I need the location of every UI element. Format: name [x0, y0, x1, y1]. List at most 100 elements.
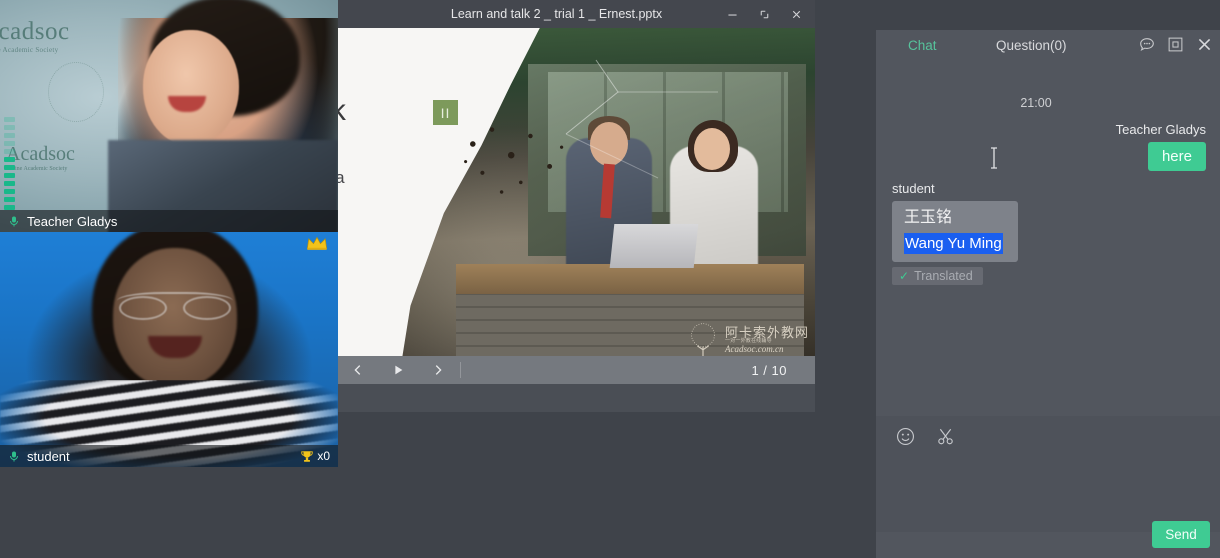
audio-level-meter — [4, 113, 15, 210]
chat-timestamp: 21:00 — [876, 96, 1220, 110]
audio-level-bar — [4, 157, 15, 162]
presentation-title: Learn and talk 2 _ trial 1 _ Ernest.pptx — [451, 7, 662, 21]
check-icon: ✓ — [899, 269, 909, 283]
minimize-icon — [726, 8, 739, 21]
brand-text-2: Acadsoc — [6, 143, 75, 165]
microphone-icon — [8, 214, 20, 229]
chat-toolbar — [876, 416, 1220, 456]
video-tile-student[interactable]: student x0 — [0, 232, 338, 467]
scissors-icon[interactable] — [934, 425, 956, 447]
tree-logo-icon — [686, 322, 720, 358]
speech-bubble-icon[interactable] — [1137, 35, 1156, 54]
message-sender: student — [892, 181, 1018, 196]
tab-question[interactable]: Question(0) — [996, 38, 1067, 53]
audio-level-bar — [4, 141, 15, 146]
slide-title-text: d Talk — [338, 94, 346, 128]
watermark-cn-sub: 一对一外教在线辅导 — [725, 339, 809, 344]
send-button[interactable]: Send — [1152, 521, 1210, 548]
translated-label: Translated — [914, 269, 973, 283]
text-cursor-icon — [988, 146, 1000, 170]
video-column: Acadsoc Online Academic Society Acadsoc … — [0, 0, 338, 467]
student-name-label: student — [27, 449, 70, 464]
page-indicator: 1 / 10 — [751, 363, 787, 378]
translated-badge: ✓ Translated — [892, 267, 983, 285]
teacher-name-bar: Teacher Gladys — [0, 210, 338, 232]
chat-message-incoming: student 王玉铭 Wang Yu Ming ✓ Translated — [892, 181, 1018, 285]
emoji-glyph — [895, 426, 916, 447]
slide-control-bar: 1 / 10 — [338, 356, 815, 384]
brand-subtext: Online Academic Society — [0, 46, 70, 54]
audio-level-bar — [4, 149, 15, 154]
presentation-title-bar[interactable]: Learn and talk 2 _ trial 1 _ Ernest.pptx — [338, 0, 815, 28]
emoji-icon[interactable] — [894, 425, 916, 447]
teacher-face — [143, 30, 239, 146]
photo-table — [456, 264, 804, 294]
brand-text: Acadsoc — [0, 18, 70, 45]
audio-level-bar — [4, 125, 15, 130]
trophy-count-label: x0 — [317, 449, 330, 463]
crown-icon — [306, 235, 328, 251]
tab-active-underline — [900, 60, 944, 62]
student-name-bar: student x0 — [0, 445, 338, 467]
close-icon — [790, 8, 803, 21]
window-controls — [717, 0, 811, 28]
slide-watermark-text: 阿卡索外教网 一对一外教在线辅导 Acadsoc.com.cn — [725, 326, 809, 354]
speech-bubble-glyph — [1138, 36, 1156, 54]
close-icon[interactable] — [1195, 35, 1214, 54]
chevron-right-icon — [431, 362, 445, 378]
trophy-icon — [300, 449, 314, 464]
chat-message-list[interactable]: 21:00 Teacher Gladys here student 王玉铭 Wa… — [876, 64, 1220, 416]
watermark-cn: 阿卡索外教网 — [725, 326, 809, 340]
slide-watermark: 阿卡索外教网 一对一外教在线辅导 Acadsoc.com.cn — [686, 322, 809, 358]
video-tile-teacher[interactable]: Acadsoc Online Academic Society Acadsoc … — [0, 0, 338, 232]
slide-canvas: d Talk II nema 阿卡索外教网 一对一外教在线辅导 Acadsoc.… — [338, 28, 815, 384]
audio-level-bar — [4, 165, 15, 170]
tree-logo-icon — [48, 62, 104, 122]
student-glasses — [117, 292, 233, 314]
slide-subtitle-text: nema — [338, 168, 345, 188]
slide-stage[interactable]: d Talk II nema 阿卡索外教网 一对一外教在线辅导 Acadsoc.… — [338, 28, 815, 384]
restore-icon — [758, 8, 771, 21]
slide-badge: II — [433, 100, 458, 125]
chat-message-outgoing: Teacher Gladys here — [1116, 122, 1206, 171]
tab-chat[interactable]: Chat — [908, 38, 937, 53]
student-video-feed — [0, 232, 338, 467]
audio-level-bar — [4, 117, 15, 122]
presentation-window: Learn and talk 2 _ trial 1 _ Ernest.pptx — [338, 0, 815, 412]
scissors-glyph — [935, 426, 956, 447]
restore-button[interactable] — [749, 1, 779, 27]
photo-laptop — [610, 224, 699, 268]
play-slide-button[interactable] — [378, 356, 418, 384]
teacher-video-feed: Acadsoc Online Academic Society Acadsoc … — [0, 0, 338, 232]
message-sender: Teacher Gladys — [1116, 122, 1206, 137]
minimize-button[interactable] — [717, 1, 747, 27]
chat-header-icons — [1137, 35, 1214, 54]
chat-tab-bar: Chat Question(0) — [876, 30, 1220, 64]
close-glyph — [1196, 36, 1213, 53]
audio-level-bar — [4, 189, 15, 194]
message-original-text: 王玉铭 — [904, 207, 1008, 229]
acadsoc-watermark-mid: Acadsoc Online Academic Society — [6, 143, 75, 172]
photo-man-head — [590, 122, 628, 166]
photo-woman-head — [694, 128, 730, 170]
chat-panel: Chat Question(0) — [876, 30, 1220, 558]
message-bubble[interactable]: here — [1148, 142, 1206, 171]
restore-window-icon[interactable] — [1166, 35, 1185, 54]
audio-level-bar — [4, 173, 15, 178]
microphone-icon — [8, 449, 20, 464]
ink-splatter-decoration — [456, 120, 576, 200]
message-bubble[interactable]: 王玉铭 Wang Yu Ming — [892, 201, 1018, 262]
restore-window-glyph — [1167, 36, 1184, 53]
app-root: Acadsoc Online Academic Society Acadsoc … — [0, 0, 1220, 558]
teacher-name-label: Teacher Gladys — [27, 214, 117, 229]
audio-level-bar — [4, 181, 15, 186]
play-icon — [391, 362, 405, 378]
brand-subtext-2: Online Academic Society — [6, 166, 75, 172]
close-button[interactable] — [781, 1, 811, 27]
control-divider — [460, 362, 461, 378]
watermark-en: Acadsoc.com.cn — [725, 345, 809, 354]
prev-slide-button[interactable] — [338, 356, 378, 384]
next-slide-button[interactable] — [418, 356, 458, 384]
audio-level-bar — [4, 133, 15, 138]
chevron-left-icon — [351, 362, 365, 378]
